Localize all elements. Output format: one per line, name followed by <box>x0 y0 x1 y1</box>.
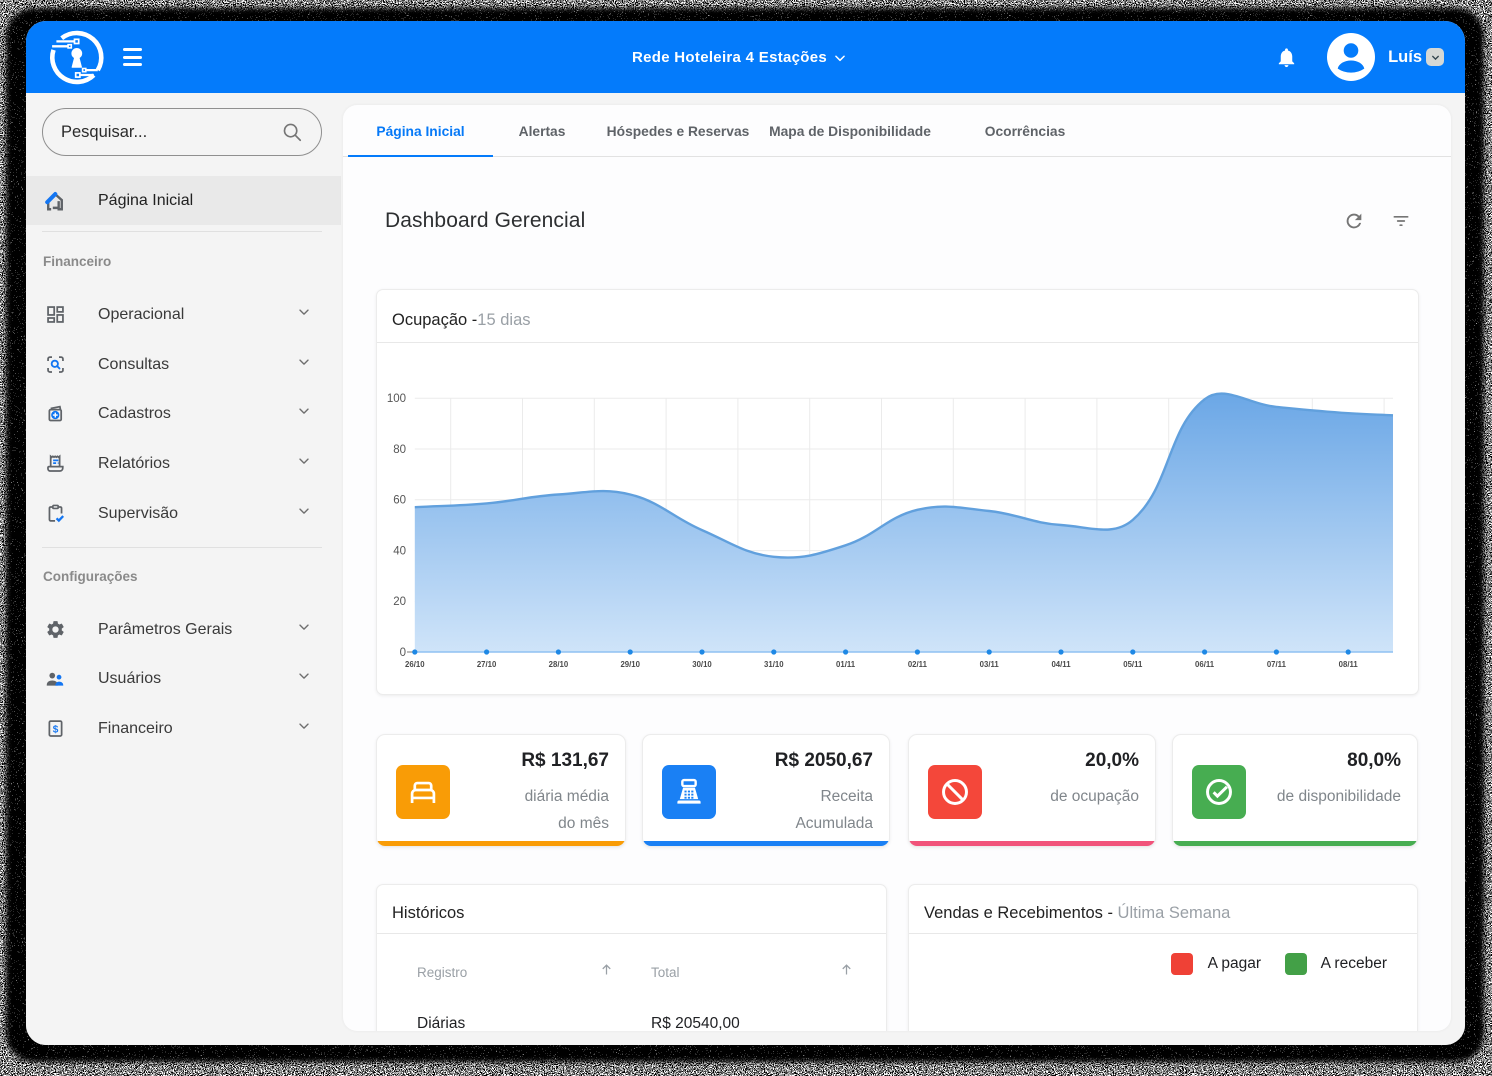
svg-text:03/11: 03/11 <box>980 660 1000 669</box>
svg-text:28/10: 28/10 <box>549 660 569 669</box>
svg-text:40: 40 <box>393 546 406 558</box>
svg-text:26/10: 26/10 <box>405 660 425 669</box>
svg-text:01/11: 01/11 <box>836 660 856 669</box>
svg-text:20: 20 <box>393 596 406 608</box>
svg-text:$: $ <box>52 724 58 735</box>
svg-text:80: 80 <box>393 444 406 456</box>
svg-text:30/10: 30/10 <box>692 660 712 669</box>
svg-text:31/10: 31/10 <box>764 660 784 669</box>
svg-text:27/10: 27/10 <box>477 660 497 669</box>
svg-text:05/11: 05/11 <box>1123 660 1143 669</box>
svg-text:02/11: 02/11 <box>908 660 928 669</box>
svg-text:100: 100 <box>387 393 406 405</box>
svg-text:29/10: 29/10 <box>620 660 640 669</box>
svg-text:08/11: 08/11 <box>1339 660 1359 669</box>
svg-text:04/11: 04/11 <box>1051 660 1071 669</box>
svg-text:06/11: 06/11 <box>1195 660 1215 669</box>
svg-text:0: 0 <box>400 647 406 659</box>
svg-text:60: 60 <box>393 495 406 507</box>
svg-text:07/11: 07/11 <box>1267 660 1287 669</box>
